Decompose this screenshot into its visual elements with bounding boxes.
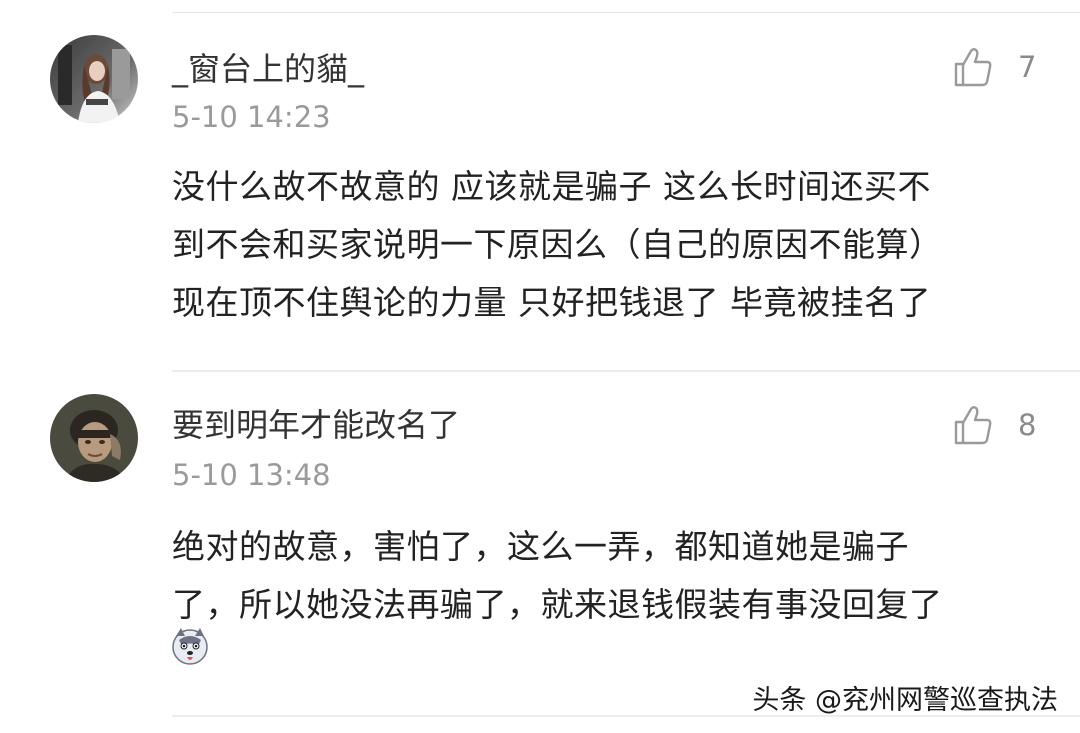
avatar-photo-man-icon	[50, 394, 138, 482]
comment-item: _窗台上的貓_ 5-10 14:23 7 没什么故不故意的 应该就是骗子 这么长…	[0, 0, 1080, 372]
avatar-photo-girl-icon	[50, 35, 138, 123]
comment-body-line: 绝对的故意，害怕了，这么一弄，都知道她是骗子	[172, 527, 909, 566]
commenter-username[interactable]: 要到明年才能改名了	[172, 400, 460, 446]
like-button[interactable]: 7	[950, 42, 1050, 92]
comment-body-line: 到不会和买家说明一下原因么（自己的原因不能算）	[172, 225, 943, 264]
comment-body-line: 没什么故不故意的 应该就是骗子 这么长时间还买不	[172, 167, 931, 206]
like-count: 7	[1018, 50, 1037, 84]
comment-body-line: 现在顶不住舆论的力量 只好把钱退了 毕竟被挂名了	[172, 283, 931, 322]
thumbs-up-icon	[954, 406, 992, 445]
commenter-avatar[interactable]	[50, 394, 138, 482]
like-button[interactable]: 8	[950, 400, 1050, 450]
comment-timestamp: 5-10 14:23	[172, 100, 331, 134]
commenter-username[interactable]: _窗台上的貓_	[172, 44, 364, 90]
commenter-avatar[interactable]	[50, 35, 138, 123]
comment-body-line: 了，所以她没法再骗了，就来退钱假装有事没回复了	[172, 585, 943, 624]
husky-dog-emoji-icon	[172, 628, 208, 665]
source-watermark: 头条 @兖州网警巡查执法	[752, 685, 1058, 716]
comment-timestamp: 5-10 13:48	[172, 458, 331, 492]
like-count: 8	[1018, 408, 1037, 442]
thumbs-up-icon	[954, 48, 992, 87]
